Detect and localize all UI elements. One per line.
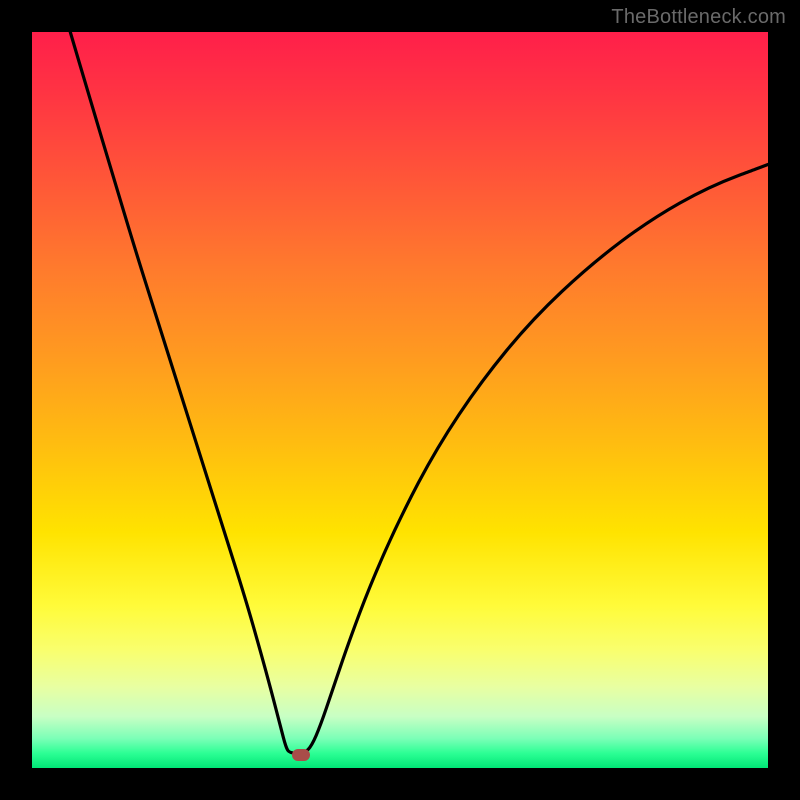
watermark-text: TheBottleneck.com xyxy=(611,6,786,29)
plot-area xyxy=(32,32,768,768)
chart-frame: TheBottleneck.com xyxy=(0,0,800,800)
curve-path xyxy=(70,32,768,753)
bottleneck-curve xyxy=(32,32,768,768)
optimum-marker xyxy=(292,749,310,761)
